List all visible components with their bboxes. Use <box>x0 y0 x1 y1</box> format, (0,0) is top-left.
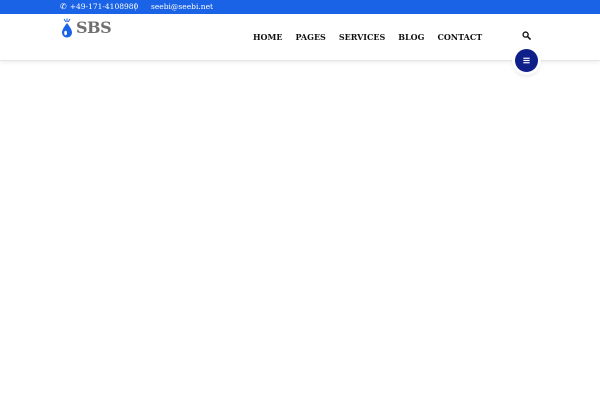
site-logo[interactable]: SBS <box>60 17 112 39</box>
nav-contact[interactable]: CONTACT <box>437 32 482 42</box>
topbar-phone[interactable]: ✆ +49-171-4108980 <box>60 2 138 11</box>
nav-services[interactable]: SERVICES <box>339 32 385 42</box>
nav-pages[interactable]: PAGES <box>295 32 325 42</box>
nav-blog[interactable]: BLOG <box>398 32 424 42</box>
search-button[interactable] <box>521 30 533 42</box>
site-header: SBS HOME PAGES SERVICES BLOG CONTACT <box>0 14 600 61</box>
water-drop-logo-icon <box>62 18 72 38</box>
search-icon <box>522 31 531 40</box>
main-nav: HOME PAGES SERVICES BLOG CONTACT <box>253 32 482 42</box>
nav-home[interactable]: HOME <box>253 32 282 42</box>
phone-number[interactable]: +49-171-4108980 <box>70 2 139 11</box>
topbar-divider <box>135 3 136 11</box>
menu-toggle-button[interactable] <box>515 49 538 72</box>
topbar-email[interactable]: seebi@seebi.net <box>151 2 213 11</box>
hamburger-menu-icon <box>523 57 530 64</box>
logo-text: SBS <box>76 18 112 37</box>
top-bar: ✆ +49-171-4108980 seebi@seebi.net <box>0 0 600 14</box>
phone-icon: ✆ <box>60 1 67 11</box>
